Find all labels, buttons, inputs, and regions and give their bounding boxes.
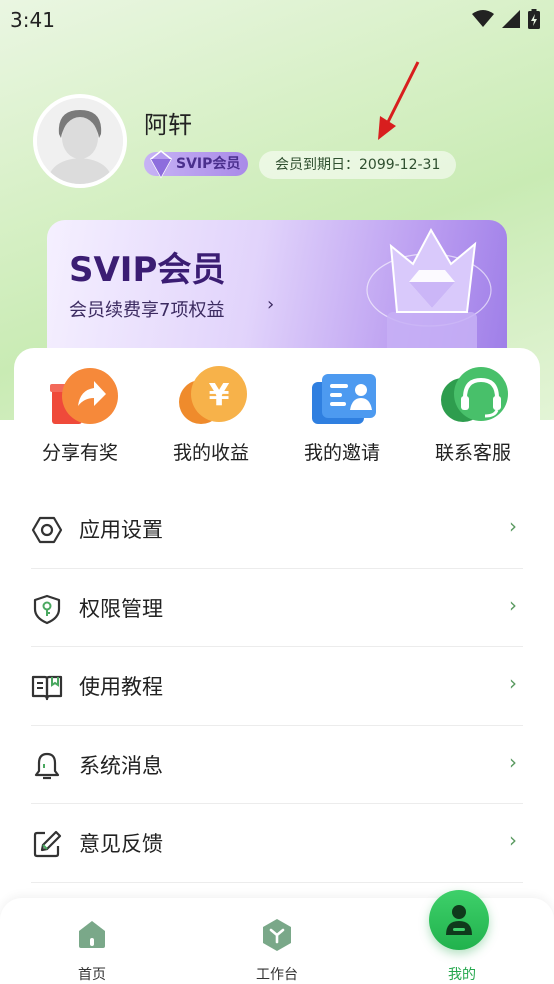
quick-action-my-invites[interactable]: 我的邀请 <box>282 362 402 472</box>
main-panel: 分享有奖 ¥ 我的收益 我的邀请 联系客服 应用设置 › 权限管理 › 使用教程… <box>14 348 540 984</box>
wifi-icon <box>472 10 494 32</box>
quick-action-share-reward[interactable]: 分享有奖 <box>20 362 140 472</box>
status-bar: 3:41 <box>0 0 554 40</box>
nav-tab-label: 我的 <box>448 967 476 983</box>
quick-action-customer-service[interactable]: 联系客服 <box>413 362 533 472</box>
status-time: 3:41 <box>10 8 55 32</box>
home-icon <box>76 918 108 954</box>
menu-item-label: 应用设置 <box>79 518 163 542</box>
chevron-right-icon: › <box>509 828 517 852</box>
menu-item-tutorial[interactable]: 使用教程 › <box>31 647 523 726</box>
diamond-icon <box>148 149 174 187</box>
nav-tab-home[interactable]: 首页 <box>27 898 157 984</box>
bell-icon <box>31 750 63 782</box>
status-icons <box>472 9 540 33</box>
menu-item-label: 意见反馈 <box>79 832 163 856</box>
svip-card-subtitle: 会员续费享7项权益 <box>69 300 225 321</box>
expiry-date: 2099-12-31 <box>359 157 441 173</box>
crown-diamond-icon <box>357 220 497 360</box>
person-icon <box>445 903 473 941</box>
nav-tab-label: 工作台 <box>256 967 298 983</box>
menu-item-label: 使用教程 <box>79 675 163 699</box>
shield-key-icon <box>31 593 63 625</box>
menu-item-label: 权限管理 <box>79 596 163 621</box>
annotation-arrow <box>372 60 422 148</box>
svip-badge-label: SVIP会员 <box>176 156 241 172</box>
menu-item-system-messages[interactable]: 系统消息 › <box>31 726 523 804</box>
menu-item-label: 系统消息 <box>79 753 163 778</box>
menu-item-feedback[interactable]: 意见反馈 › <box>31 804 523 883</box>
svip-card-title: SVIP会员 <box>69 250 226 290</box>
expiry-label: 会员到期日： <box>275 157 359 173</box>
chevron-right-icon: › <box>267 294 275 315</box>
battery-icon <box>528 9 540 33</box>
menu-item-app-settings[interactable]: 应用设置 › <box>31 490 523 569</box>
menu-item-permissions[interactable]: 权限管理 › <box>31 569 523 647</box>
active-tab-bubble <box>429 890 489 950</box>
nav-tab-workbench[interactable]: 工作台 <box>212 898 342 984</box>
bottom-nav: 首页 工作台 我的 <box>0 890 554 984</box>
quick-action-label: 分享有奖 <box>41 442 118 464</box>
quick-actions: 分享有奖 ¥ 我的收益 我的邀请 联系客服 <box>14 362 540 472</box>
avatar[interactable] <box>33 94 127 188</box>
quick-action-my-earnings[interactable]: ¥ 我的收益 <box>151 362 271 472</box>
chevron-right-icon: › <box>509 592 517 617</box>
headset-icon <box>439 366 511 430</box>
chevron-right-icon: › <box>509 671 517 695</box>
nav-tab-label: 首页 <box>78 967 106 983</box>
svg-text:¥: ¥ <box>209 378 230 413</box>
username: 阿轩 <box>144 111 192 139</box>
quick-action-label: 联系客服 <box>434 442 511 464</box>
chevron-right-icon: › <box>509 514 517 538</box>
menu-list: 应用设置 › 权限管理 › 使用教程 › 系统消息 › 意见反馈 › <box>31 490 523 883</box>
expiry-chip: 会员到期日：2099-12-31 <box>259 151 457 179</box>
quick-action-label: 我的收益 <box>172 442 249 464</box>
gift-share-icon <box>46 366 118 430</box>
hexagon-settings-icon <box>31 514 63 546</box>
signal-icon <box>502 10 520 32</box>
svip-badge: SVIP会员 <box>144 150 249 179</box>
contact-card-icon <box>308 366 380 430</box>
nav-tab-mine[interactable]: 我的 <box>397 890 527 984</box>
workbench-icon <box>261 918 293 956</box>
edit-icon <box>31 828 63 860</box>
chevron-right-icon: › <box>509 749 517 774</box>
yuan-coin-icon: ¥ <box>177 366 249 430</box>
quick-action-label: 我的邀请 <box>303 442 380 464</box>
book-icon <box>31 671 63 703</box>
